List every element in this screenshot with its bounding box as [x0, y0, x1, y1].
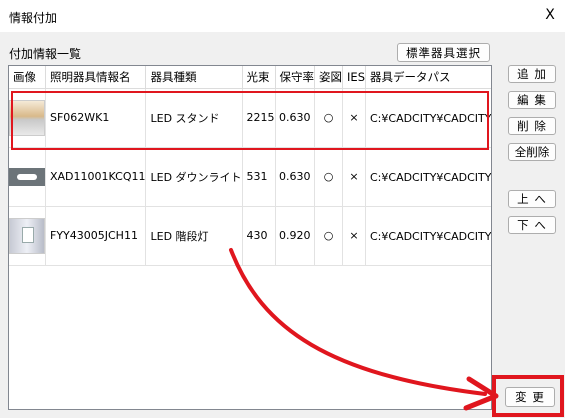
name-cell: SF062WK1 — [45, 88, 147, 148]
move-up-button[interactable]: 上 へ — [508, 190, 556, 208]
dialog-title: 情報付加 — [9, 11, 58, 25]
image-cell — [9, 88, 46, 148]
type-cell: LED スタンド — [145, 88, 243, 148]
section-label: 付加情報一覧 — [9, 47, 82, 61]
close-icon[interactable]: X — [538, 4, 562, 26]
flux-cell: 531 — [242, 147, 276, 207]
maintenance-cell: 0.630 — [275, 88, 316, 148]
col-header-figure[interactable]: 姿図 — [314, 66, 344, 89]
move-down-button[interactable]: 下 へ — [508, 216, 556, 234]
indirect-light-thumbnail — [9, 99, 45, 136]
delete-button[interactable]: 削 除 — [508, 117, 556, 135]
edit-button[interactable]: 編 集 — [508, 91, 556, 109]
add-button[interactable]: 追 加 — [508, 65, 556, 83]
info-add-dialog: 情報付加 X 付加情報一覧 標準器具選択 画像 照明器具情報名 器具種類 光束 … — [0, 0, 565, 418]
change-button[interactable]: 変 更 — [505, 387, 555, 407]
wall-light-thumbnail — [9, 217, 45, 254]
downlight-thumbnail — [9, 167, 45, 186]
maintenance-cell: 0.630 — [275, 147, 316, 207]
table-row[interactable]: XAD11001KCQ11 LED ダウンライト 531 0.630 ○ × C… — [9, 147, 491, 207]
figure-cell: ○ — [314, 88, 344, 148]
table-header-row: 画像 照明器具情報名 器具種類 光束 保守率 姿図 IES 器具データパス — [9, 66, 491, 89]
type-cell: LED 階段灯 — [145, 206, 243, 266]
table-row[interactable]: SF062WK1 LED スタンド 2215 0.630 ○ × C:¥CADC… — [9, 88, 491, 148]
name-cell: XAD11001KCQ11 — [45, 147, 147, 207]
col-header-image[interactable]: 画像 — [9, 66, 46, 89]
col-header-flux[interactable]: 光束 — [242, 66, 276, 89]
standard-fixture-select-button[interactable]: 標準器具選択 — [397, 43, 490, 62]
col-header-maintenance[interactable]: 保守率 — [275, 66, 316, 89]
additional-info-table: 画像 照明器具情報名 器具種類 光束 保守率 姿図 IES 器具データパス SF… — [8, 65, 492, 410]
col-header-type[interactable]: 器具種類 — [145, 66, 243, 89]
ies-cell: × — [342, 206, 366, 266]
col-header-datapath[interactable]: 器具データパス — [365, 66, 491, 89]
delete-all-button[interactable]: 全削除 — [508, 143, 556, 161]
title-bar: 情報付加 X — [0, 0, 565, 32]
figure-cell: ○ — [314, 206, 344, 266]
ies-cell: × — [342, 88, 366, 148]
table-row[interactable]: FYY43005JCH11 LED 階段灯 430 0.920 ○ × C:¥C… — [9, 206, 491, 266]
datapath-cell: C:¥CADCITY¥CADCITY電設 — [365, 147, 491, 207]
figure-cell: ○ — [314, 147, 344, 207]
col-header-ies[interactable]: IES — [342, 66, 366, 89]
type-cell: LED ダウンライト — [145, 147, 243, 207]
image-cell — [9, 147, 46, 207]
name-cell: FYY43005JCH11 — [45, 206, 147, 266]
maintenance-cell: 0.920 — [275, 206, 316, 266]
datapath-cell: C:¥CADCITY¥CADCITY電設 — [365, 88, 491, 148]
col-header-name[interactable]: 照明器具情報名 — [45, 66, 147, 89]
flux-cell: 2215 — [242, 88, 276, 148]
flux-cell: 430 — [242, 206, 276, 266]
image-cell — [9, 206, 46, 266]
datapath-cell: C:¥CADCITY¥CADCITY電設 — [365, 206, 491, 266]
ies-cell: × — [342, 147, 366, 207]
